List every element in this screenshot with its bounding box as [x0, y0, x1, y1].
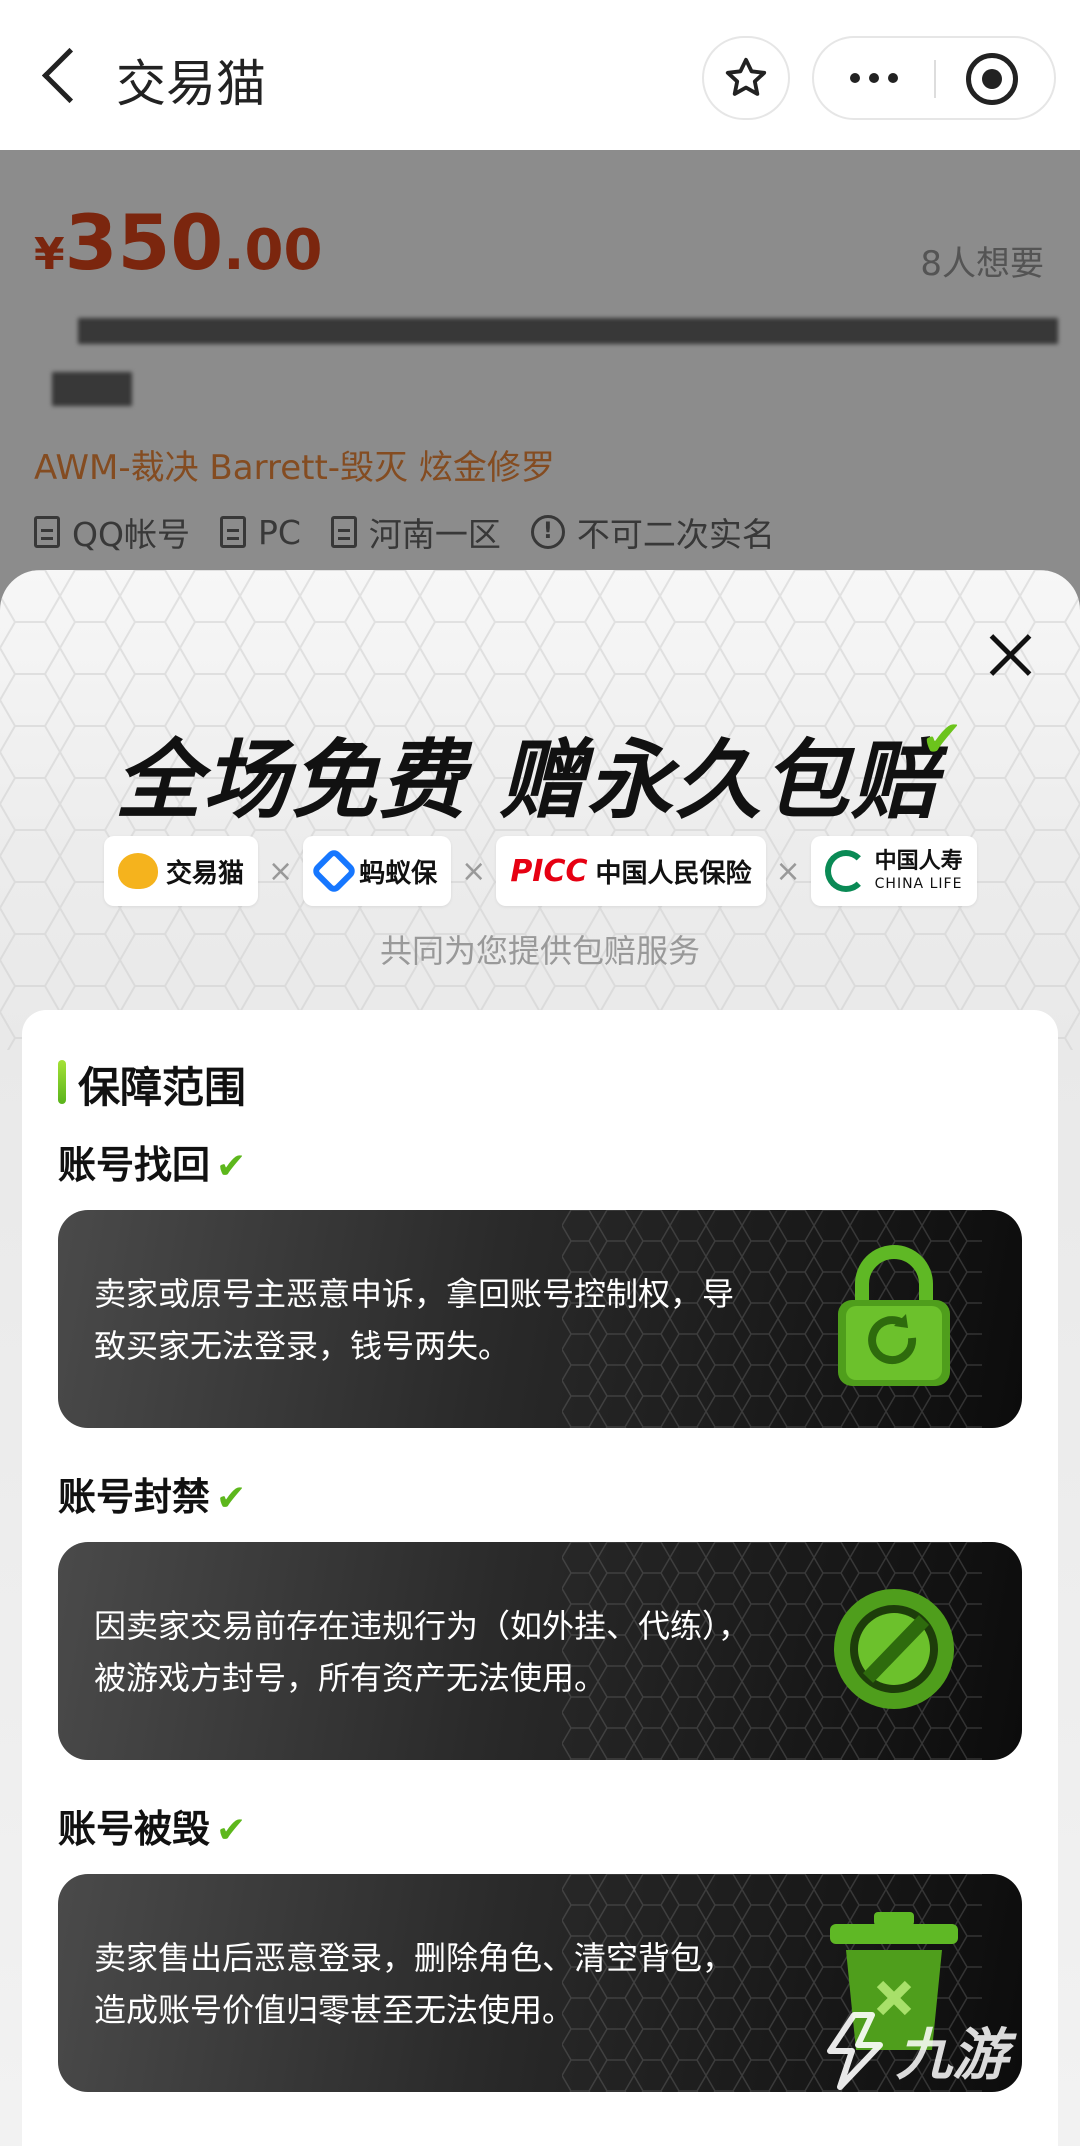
divider [934, 60, 936, 98]
page-title: 交易猫 [116, 55, 266, 113]
subtitle: 共同为您提供包赔服务 [379, 932, 700, 970]
more-button[interactable] [814, 38, 934, 118]
coverage-description: 因卖家交易前存在违规行为（如外挂、代练），被游戏方封号，所有资产无法使用。 [94, 1607, 751, 1697]
coverage-title-text: 账号找回 [58, 1143, 211, 1187]
coverage-card: 因卖家交易前存在违规行为（如外挂、代练），被游戏方封号，所有资产无法使用。 [58, 1542, 1022, 1760]
guarantee-sheet: 全场免费 赠永久包赔✔ 交易猫 × 蚂蚁保 × PICC 中国人民保险 × 中国人… [0, 570, 1080, 2146]
partner-jiaoyimao: 交易猫 [104, 836, 259, 906]
jiuyou-logo-icon [827, 2011, 883, 2090]
partner-china-life: 中国人寿 CHINA LIFE [810, 836, 977, 906]
separator: × [461, 853, 487, 889]
china-life-logo-icon [824, 850, 867, 892]
back-icon[interactable] [36, 46, 86, 106]
headline: 全场免费 赠永久包赔✔ [0, 710, 1080, 835]
check-icon: ✔ [216, 1146, 247, 1187]
partner-name: 中国人民保险 [595, 858, 752, 889]
partner-name-group: 中国人寿 CHINA LIFE [874, 849, 963, 892]
coverage-item-title: 账号找回 ✔ [58, 1134, 246, 1189]
check-icon: ✔ [216, 1478, 247, 1519]
partner-name: 交易猫 [166, 858, 245, 889]
picc-logo-icon: PICC [510, 853, 588, 889]
section-title: 保障范围 [58, 1054, 246, 1115]
ring-dot [982, 69, 1002, 89]
more-dots-icon [850, 73, 860, 83]
partner-name: 蚂蚁保 [359, 858, 438, 889]
partner-subname: CHINA LIFE [874, 876, 963, 892]
close-icon[interactable] [980, 624, 1042, 686]
check-icon: ✔ [216, 1810, 247, 1851]
target-icon [966, 53, 1018, 105]
dot [869, 73, 879, 83]
star-icon [725, 57, 767, 96]
coverage-item-title: 账号封禁 ✔ [58, 1466, 246, 1521]
watermark-text: 九游 [896, 2023, 1008, 2088]
exit-mini-program-button[interactable] [950, 50, 1034, 108]
partner-mayibao: 蚂蚁保 [303, 836, 452, 906]
partner-picc: PICC 中国人民保险 [496, 836, 766, 906]
favorite-button[interactable] [702, 36, 790, 120]
coverage-card: 卖家或原号主恶意申诉，拿回账号控制权，导致买家无法登录，钱号两失。 [58, 1210, 1022, 1428]
ban-icon [834, 1589, 954, 1709]
mini-program-capsule [812, 36, 1056, 120]
coverage-title-text: 账号被毁 [58, 1807, 211, 1851]
coverage-title-text: 账号封禁 [58, 1475, 211, 1519]
coverage-description: 卖家售出后恶意登录，删除角色、清空背包，造成账号价值归零甚至无法使用。 [94, 1939, 735, 2029]
watermark: 九游 [820, 2010, 1008, 2091]
coverage-panel: 保障范围 账号找回 ✔ 卖家或原号主恶意申诉，拿回账号控制权，导致买家无法登录，钱… [22, 1010, 1058, 2146]
coverage-description: 卖家或原号主恶意申诉，拿回账号控制权，导致买家无法登录，钱号两失。 [94, 1275, 735, 1365]
coverage-item-title: 账号被毁 ✔ [58, 1798, 246, 1853]
dot [888, 73, 898, 83]
partner-name: 中国人寿 [874, 849, 963, 874]
nav-bar: 交易猫 [0, 0, 1080, 150]
ant-logo-icon [310, 846, 359, 896]
partner-logos: 交易猫 × 蚂蚁保 × PICC 中国人民保险 × 中国人寿 CHINA LIFE [104, 836, 977, 906]
separator: × [775, 853, 801, 889]
headline-text: 全场免费 赠永久包赔 [115, 731, 940, 831]
cat-logo-icon [118, 853, 158, 889]
separator: × [268, 853, 294, 889]
padlock-refresh-icon [838, 1245, 950, 1386]
check-icon: ✔ [921, 710, 965, 768]
